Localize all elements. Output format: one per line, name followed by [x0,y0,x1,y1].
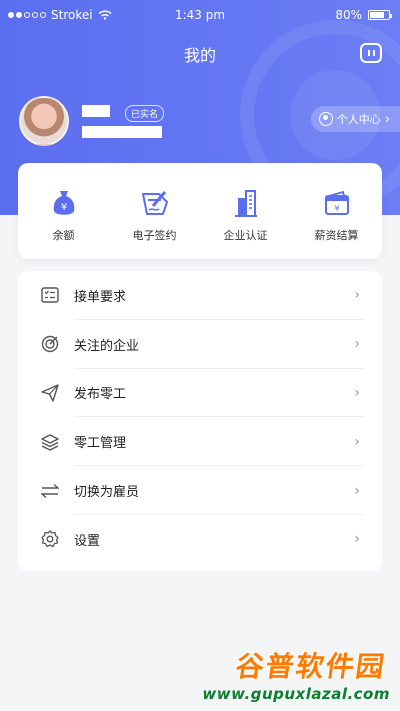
quick-action-label: 企业认证 [223,229,268,242]
menu-item-order-requirements[interactable]: 接单要求 › [18,271,382,320]
layers-icon [40,432,60,452]
e-sign-icon [139,187,171,219]
quick-actions-card: ¥ 余额 电子签约 企业认证 ¥ 薪资结算 [18,163,382,259]
quick-action-label: 薪资结算 [314,229,359,242]
wallet-icon: ¥ [321,187,353,219]
quick-action-enterprise-cert[interactable]: 企业认证 [200,163,291,259]
phone-redacted [82,126,162,138]
battery-percent: 80% [335,8,362,22]
verified-badge: 已实名 [125,105,165,122]
menu-item-settings[interactable]: 设置 › [18,515,382,564]
status-right: 80% [335,8,392,22]
svg-text:¥: ¥ [60,202,66,213]
paper-plane-icon [40,383,60,403]
chevron-right-icon: › [354,433,360,450]
menu-item-gig-management[interactable]: 零工管理 › [18,417,382,466]
watermark: 谷普软件园 www.gupuxlazal.com [202,643,394,709]
personal-center-label: 个人中心 [336,113,381,126]
personal-center-button[interactable]: 个人中心 › [310,106,400,132]
checklist-icon [40,285,60,305]
building-icon [230,187,262,219]
money-bag-icon: ¥ [48,187,80,219]
chevron-right-icon: › [354,336,360,353]
quick-action-label: 电子签约 [132,229,177,242]
quick-action-balance[interactable]: ¥ 余额 [18,163,109,259]
username-redacted [82,105,110,117]
svg-text:¥: ¥ [334,204,339,213]
menu-item-post-gig[interactable]: 发布零工 › [18,369,382,418]
target-icon [40,334,60,354]
message-icon[interactable] [360,43,382,63]
chevron-right-icon: › [354,482,360,499]
battery-icon [368,10,392,20]
chevron-right-icon: › [354,531,360,548]
menu-label: 关注的企业 [74,338,140,354]
quick-action-label: 余额 [52,229,75,242]
switch-icon [40,481,60,501]
menu-label: 切换为雇员 [74,485,140,501]
menu-label: 发布零工 [74,387,127,403]
menu-item-followed-companies[interactable]: 关注的企业 › [18,320,382,369]
avatar[interactable] [19,96,69,146]
menu-label: 设置 [74,533,101,549]
menu-item-switch-employee[interactable]: 切换为雇员 › [18,466,382,515]
menu-label: 接单要求 [74,289,127,305]
status-bar: Strokei 1:43 pm 80% [0,0,400,30]
gear-icon [40,529,60,549]
quick-action-salary[interactable]: ¥ 薪资结算 [291,163,382,259]
chevron-right-icon: › [354,384,360,401]
quick-action-e-sign[interactable]: 电子签约 [109,163,200,259]
menu-label: 零工管理 [74,436,127,452]
watermark-title: 谷普软件园 [233,650,389,683]
chevron-right-icon: › [384,111,390,127]
page-title: 我的 [183,46,216,65]
watermark-url: www.gupuxlazal.com [202,685,390,703]
chevron-right-icon: › [354,287,360,304]
menu-card: 接单要求 › 关注的企业 › 发布零工 › 零工管理 › 切换为雇员 › 设置 … [18,271,382,571]
user-icon [318,112,333,126]
